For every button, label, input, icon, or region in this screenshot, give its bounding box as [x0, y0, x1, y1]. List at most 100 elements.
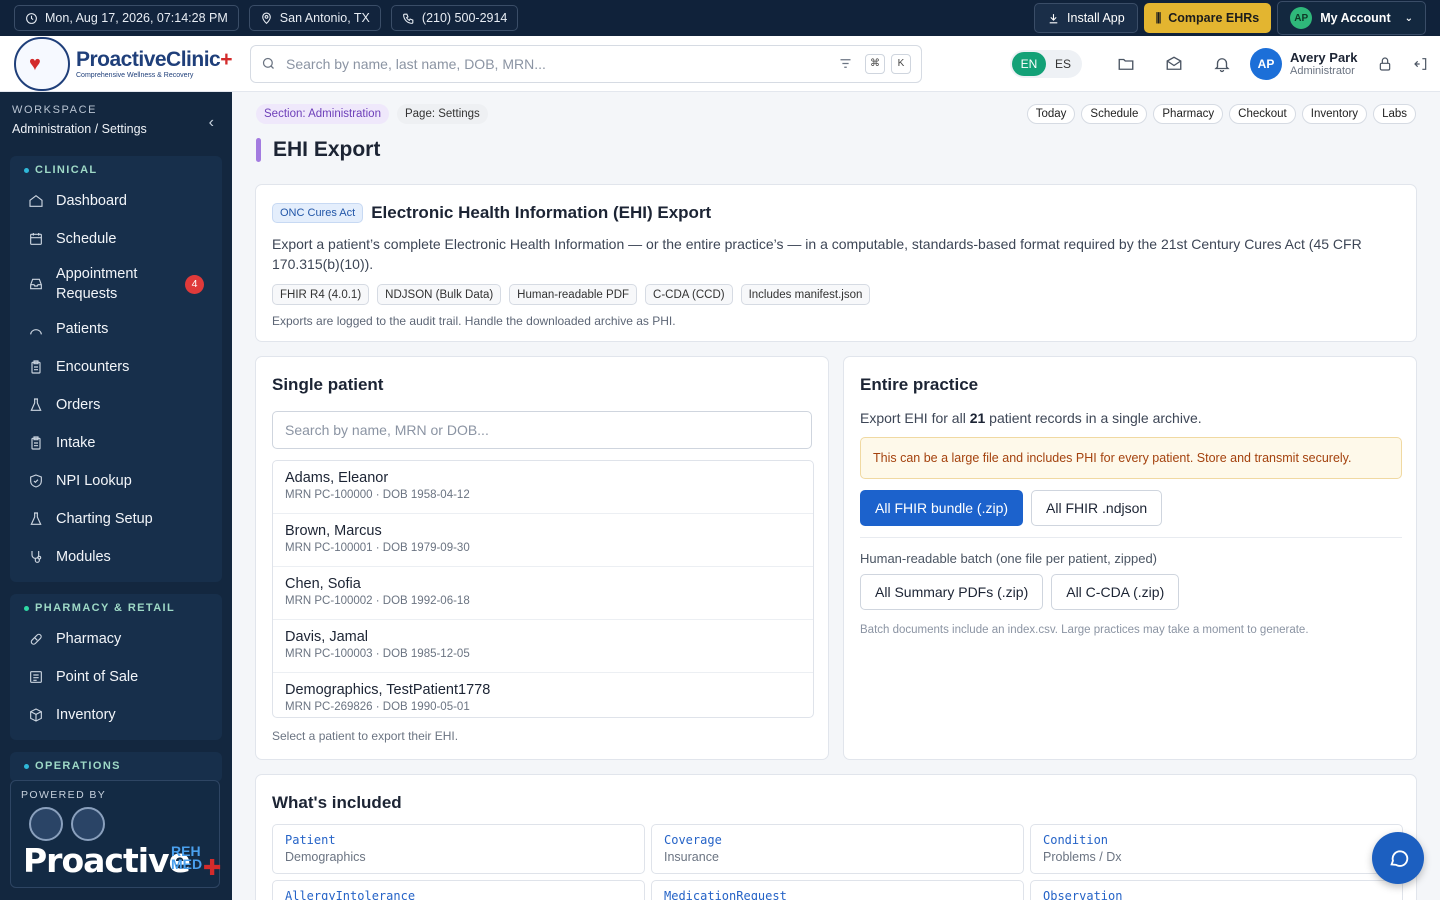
sidebar-item-patients[interactable]: Patients [10, 310, 222, 348]
sidebar-item-appointment-requests[interactable]: Appointment Requests 4 [10, 258, 222, 310]
chat-button[interactable] [1372, 832, 1424, 884]
clipboard-icon [31, 436, 41, 450]
sidebar-item-pharmacy[interactable]: Pharmacy [10, 620, 222, 658]
batch-label: Human-readable batch (one file per patie… [860, 551, 1158, 566]
lang-en-button[interactable]: EN [1012, 51, 1046, 76]
calendar-icon [30, 233, 42, 245]
lock-icon [1380, 56, 1391, 71]
header: ♥ ProactiveClinic+ Comprehensive Wellnes… [0, 36, 1440, 92]
sidebar-item-dashboard[interactable]: Dashboard [10, 182, 222, 220]
global-search-input[interactable]: Search by name, last name, DOB, MRN... ⌘… [250, 44, 922, 83]
logout-button[interactable] [1403, 44, 1439, 84]
breadcrumb-page[interactable]: Page: Settings [396, 104, 488, 124]
resource-tile: MedicationRequest [651, 880, 1024, 900]
datetime-text: Mon, Aug 17, 2026, 07:14:28 PM [45, 11, 228, 25]
resource-name: Observation [1043, 889, 1123, 900]
ehi-card-title: Electronic Health Information (EHI) Expo… [371, 203, 712, 222]
folder-button[interactable] [1102, 44, 1150, 84]
select-patient-help: Select a patient to export their EHI. [272, 729, 459, 743]
logo-tagline: Comprehensive Wellness & Recovery [76, 72, 194, 79]
datetime-pill: Mon, Aug 17, 2026, 07:14:28 PM [14, 5, 239, 31]
divider [860, 537, 1402, 538]
list-item[interactable]: Brown, Marcus MRN PC-100001 · DOB 1979-0… [273, 514, 813, 567]
nav-group-label: CLINICAL [10, 164, 222, 182]
list-item[interactable]: Demographics, TestPatient1778 MRN PC-269… [273, 673, 813, 717]
lock-button[interactable] [1367, 44, 1403, 84]
language-toggle: EN ES [1010, 49, 1082, 78]
quick-link-pharmacy[interactable]: Pharmacy [1153, 104, 1224, 124]
export-fhir-ndjson-button[interactable]: All FHIR .ndjson [1031, 490, 1163, 526]
export-ccda-button[interactable]: All C-CDA (.zip) [1051, 574, 1180, 610]
patient-meta: MRN PC-100003 · DOB 1985-12-05 [285, 648, 470, 660]
export-fhir-zip-button[interactable]: All FHIR bundle (.zip) [860, 490, 1024, 526]
quick-link-today[interactable]: Today [1026, 104, 1076, 124]
export-summary-pdfs-button[interactable]: All Summary PDFs (.zip) [860, 574, 1044, 610]
breadcrumb-section[interactable]: Section: Administration [256, 104, 389, 124]
download-icon [1049, 13, 1058, 23]
format-tag: FHIR R4 (4.0.1) [272, 284, 370, 305]
kbd-k: K [891, 53, 911, 74]
sidebar-item-charting-setup[interactable]: Charting Setup [10, 500, 222, 538]
resource-desc: Demographics [285, 850, 366, 864]
sidebar-item-point-of-sale[interactable]: Point of Sale [10, 658, 222, 696]
sidebar-item-label: Encounters [56, 359, 130, 375]
top-bar: Mon, Aug 17, 2026, 07:14:28 PM San Anton… [0, 0, 1440, 36]
quick-link-inventory[interactable]: Inventory [1301, 104, 1368, 124]
resource-tile: Condition Problems / Dx [1030, 824, 1403, 874]
single-patient-card: Single patient Search by name, MRN or DO… [255, 356, 829, 760]
sidebar-item-npi-lookup[interactable]: NPI Lookup [10, 462, 222, 500]
sidebar-item-orders[interactable]: Orders [10, 386, 222, 424]
format-tag: C-CDA (CCD) [645, 284, 733, 305]
location-pill[interactable]: San Antonio, TX [248, 5, 381, 31]
notifications-button[interactable] [1198, 44, 1246, 84]
patient-search-input[interactable]: Search by name, MRN or DOB... [272, 411, 812, 449]
quick-link-schedule[interactable]: Schedule [1081, 104, 1148, 124]
phone-icon [402, 13, 414, 24]
patient-meta: MRN PC-100000 · DOB 1958-04-12 [285, 489, 470, 501]
install-app-button[interactable]: Install App [1034, 3, 1138, 33]
my-account-button[interactable]: AP My Account ⌄ [1277, 1, 1426, 35]
resource-tile: AllergyIntolerance [272, 880, 645, 900]
clinic-logo[interactable]: ♥ ProactiveClinic+ Comprehensive Wellnes… [0, 36, 232, 92]
sidebar: WORKSPACE Administration / Settings ‹ CL… [0, 92, 232, 900]
list-item[interactable]: Davis, Jamal MRN PC-100003 · DOB 1985-12… [273, 620, 813, 673]
sidebar-item-label: Orders [56, 397, 101, 413]
collapse-sidebar-icon[interactable]: ‹ [209, 114, 214, 132]
chat-icon [1390, 850, 1409, 867]
quick-link-labs[interactable]: Labs [1373, 104, 1416, 124]
format-tag: Human-readable PDF [509, 284, 638, 305]
nav-group-operations: OPERATIONS [10, 752, 222, 782]
sidebar-item-encounters[interactable]: Encounters [10, 348, 222, 386]
patient-search-placeholder: Search by name, MRN or DOB... [285, 422, 489, 438]
sidebar-item-modules[interactable]: Modules [10, 538, 222, 576]
nav-group-label: OPERATIONS [10, 760, 222, 778]
whats-included-title: What's included [272, 793, 402, 812]
list-item[interactable]: Chen, Sofia MRN PC-100002 · DOB 1992-06-… [273, 567, 813, 620]
filter-icon[interactable] [838, 56, 853, 71]
messages-button[interactable] [1150, 44, 1198, 84]
sidebar-item-label: Modules [56, 549, 111, 565]
sidebar-item-schedule[interactable]: Schedule [10, 220, 222, 258]
phone-pill[interactable]: (210) 500-2914 [390, 5, 519, 31]
kbd-cmd: ⌘ [865, 53, 885, 74]
location-text: San Antonio, TX [279, 11, 370, 25]
lang-es-button[interactable]: ES [1046, 52, 1080, 76]
nav-group-pharmacy: PHARMACY & RETAIL Pharmacy Point of Sale… [10, 594, 222, 740]
stethoscope-icon [31, 551, 42, 563]
powered-rehmed: REH MED [171, 843, 203, 872]
sidebar-item-label: Schedule [56, 231, 117, 247]
list-item[interactable]: Adams, Eleanor MRN PC-100000 · DOB 1958-… [273, 461, 813, 514]
resource-grid: Patient Demographics Coverage Insurance … [272, 824, 1403, 900]
compare-ehrs-button[interactable]: ⫼ Compare EHRs [1143, 3, 1272, 33]
box-icon [30, 708, 42, 722]
receipt-icon [30, 671, 42, 683]
format-tags: FHIR R4 (4.0.1) NDJSON (Bulk Data) Human… [272, 284, 1400, 305]
quick-link-checkout[interactable]: Checkout [1229, 104, 1296, 124]
sidebar-item-inventory[interactable]: Inventory [10, 696, 222, 734]
user-profile[interactable]: AP Avery Park Administrator [1250, 47, 1357, 80]
sidebar-item-label: Patients [56, 321, 109, 337]
entire-practice-title: Entire practice [860, 375, 979, 394]
powered-by-panel: POWERED BY Proactive REH MED ✚ [10, 780, 221, 888]
sidebar-item-intake[interactable]: Intake [10, 424, 222, 462]
heart-icon: ♥ [29, 52, 41, 75]
